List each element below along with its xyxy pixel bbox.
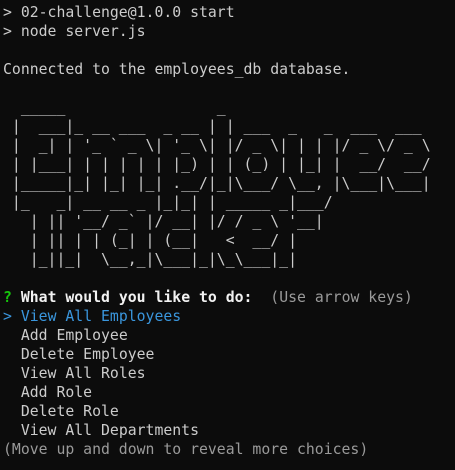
menu-choice-selected[interactable]: > View All Employees [3,307,455,326]
menu-choice-label: Add Role [20,384,93,401]
command-line-node: > node server.js [3,23,146,40]
menu-choice[interactable]: Add Employee [3,326,455,345]
menu-choice[interactable]: Delete Employee [3,345,455,364]
question-mark-icon: ? [3,289,12,306]
menu-choice-label: View All Employees [20,308,182,325]
menu-choice-label: Delete Role [20,403,119,420]
menu-choice[interactable]: Delete Role [3,402,455,421]
command-line-start: > 02-challenge@1.0.0 start [3,4,235,21]
menu-choice-label: Delete Employee [20,346,155,363]
terminal-window[interactable]: > 02-challenge@1.0.0 start > node server… [0,0,455,470]
prompt-question: What would you like to do: [20,289,253,306]
connection-message: Connected to the employees_db database. [3,61,351,78]
menu-choice[interactable]: View All Departments [3,421,455,440]
prompt-hint: (Use arrow keys) [270,289,413,306]
prompt-line: ? What would you like to do: (Use arrow … [3,288,455,307]
menu-choice[interactable]: View All Roles [3,364,455,383]
ascii-art-banner: _____ _ | ___|_ __ ___ _ __ | | ___ _ _ … [11,99,431,268]
menu-choice[interactable]: Add Role [3,383,455,402]
pointer-icon: > [3,308,12,325]
menu-choice-label: Add Employee [20,327,128,344]
menu-choice-label: View All Roles [20,365,146,382]
menu-choice-label: View All Departments [20,422,199,439]
more-choices-hint: (Move up and down to reveal more choices… [3,441,369,458]
